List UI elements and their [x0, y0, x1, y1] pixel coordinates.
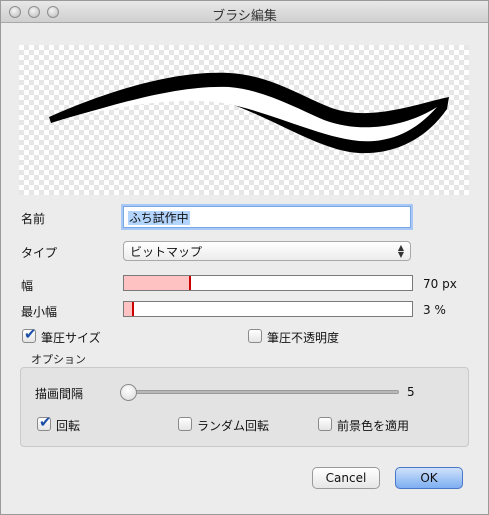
width-label: 幅: [21, 279, 34, 293]
pressure-opacity-label: 筆圧不透明度: [267, 331, 340, 345]
name-label: 名前: [21, 212, 46, 226]
apply-fg-color-checkbox[interactable]: ✔: [318, 417, 332, 431]
pressure-size-label: 筆圧サイズ: [41, 331, 101, 345]
min-width-slider[interactable]: [123, 301, 413, 317]
brush-type-value: ビットマップ: [130, 245, 203, 259]
brush-preview: [19, 45, 469, 195]
brush-edit-dialog: ブラシ編集 名前 ふち試作中 タイプ ビットマップ ▲ ▼ 幅 70 px 最小幅…: [0, 0, 489, 515]
rotate-checkbox[interactable]: ✔: [37, 413, 52, 431]
random-rotate-checkbox[interactable]: ✔: [178, 417, 192, 431]
interval-slider-knob[interactable]: [120, 384, 137, 401]
ok-button[interactable]: OK: [395, 467, 463, 489]
random-rotate-label: ランダム回転: [197, 419, 270, 433]
up-down-arrows-icon: ▲ ▼: [397, 243, 404, 259]
title-bar: ブラシ編集: [1, 1, 488, 24]
width-slider-fill: [124, 276, 191, 290]
width-slider-marker[interactable]: [189, 276, 192, 290]
type-label: タイプ: [21, 246, 58, 260]
window-title: ブラシ編集: [212, 9, 277, 24]
options-group-title: オプション: [31, 353, 86, 366]
interval-label: 描画間隔: [35, 387, 84, 401]
width-slider[interactable]: [123, 275, 413, 291]
width-value: 70 px: [423, 277, 457, 291]
checkmark-icon: ✔: [39, 413, 52, 431]
min-width-label: 最小幅: [21, 305, 58, 319]
brush-stroke-preview: [49, 72, 449, 154]
interval-slider-track[interactable]: [123, 390, 399, 394]
min-width-value: 3 %: [423, 303, 446, 317]
pressure-size-checkbox[interactable]: ✔: [22, 325, 37, 343]
pressure-opacity-checkbox[interactable]: ✔: [248, 329, 262, 343]
rotate-label: 回転: [56, 419, 81, 433]
brush-type-select[interactable]: ビットマップ ▲ ▼: [123, 241, 411, 261]
interval-value: 5: [407, 385, 415, 399]
brush-name-field[interactable]: ふち試作中: [123, 206, 411, 228]
apply-fg-color-label: 前景色を適用: [337, 419, 410, 433]
brush-name-value: ふち試作中: [128, 211, 190, 225]
cancel-button[interactable]: Cancel: [312, 467, 380, 489]
options-group: [20, 367, 469, 447]
min-width-slider-marker[interactable]: [131, 302, 134, 316]
checkmark-icon: ✔: [24, 325, 37, 343]
